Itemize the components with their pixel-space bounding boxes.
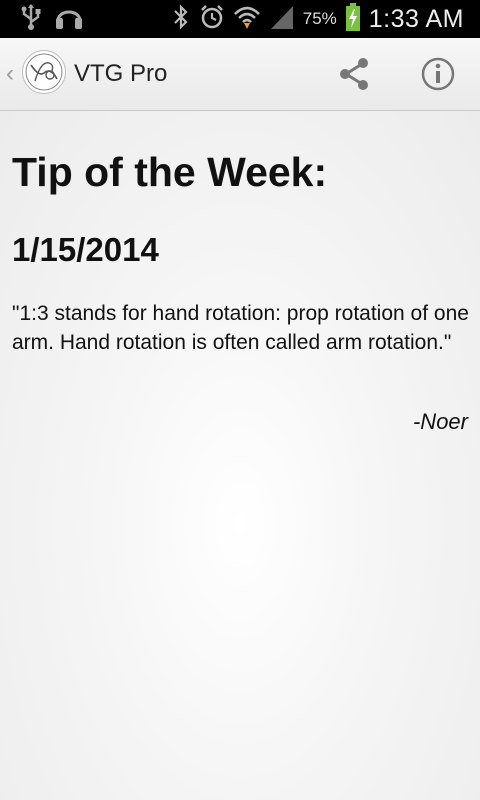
share-button[interactable] (334, 54, 374, 94)
app-logo-icon[interactable] (22, 50, 66, 94)
action-bar: ‹ VTG Pro (0, 38, 480, 111)
battery-percentage: 75% (302, 9, 337, 28)
tip-quote: "1:3 stands for hand rotation: prop rota… (12, 302, 469, 354)
usb-icon (18, 3, 44, 36)
bluetooth-icon (171, 3, 191, 35)
tip-heading: Tip of the Week: (12, 149, 328, 195)
battery-charging-icon (345, 2, 361, 37)
status-bar: 75% 1:33 AM (0, 0, 480, 38)
status-bar-clock: 1:33 AM (368, 4, 464, 33)
alarm-icon (199, 4, 225, 35)
headphones-icon (54, 3, 84, 36)
signal-icon (269, 4, 295, 35)
info-button[interactable] (418, 54, 458, 94)
tip-content: Tip of the Week: 1/15/2014 "1:3 stands f… (0, 111, 480, 800)
status-bar-notifications (18, 3, 84, 36)
tip-date: 1/15/2014 (12, 231, 159, 268)
app-title: VTG Pro (74, 60, 168, 87)
status-bar-system: 75% 1:33 AM (171, 0, 464, 38)
up-navigation-caret[interactable]: ‹ (6, 60, 14, 88)
wifi-icon (233, 4, 261, 35)
share-icon (340, 58, 368, 90)
tip-author: -Noer (412, 409, 468, 434)
info-icon (421, 57, 455, 91)
